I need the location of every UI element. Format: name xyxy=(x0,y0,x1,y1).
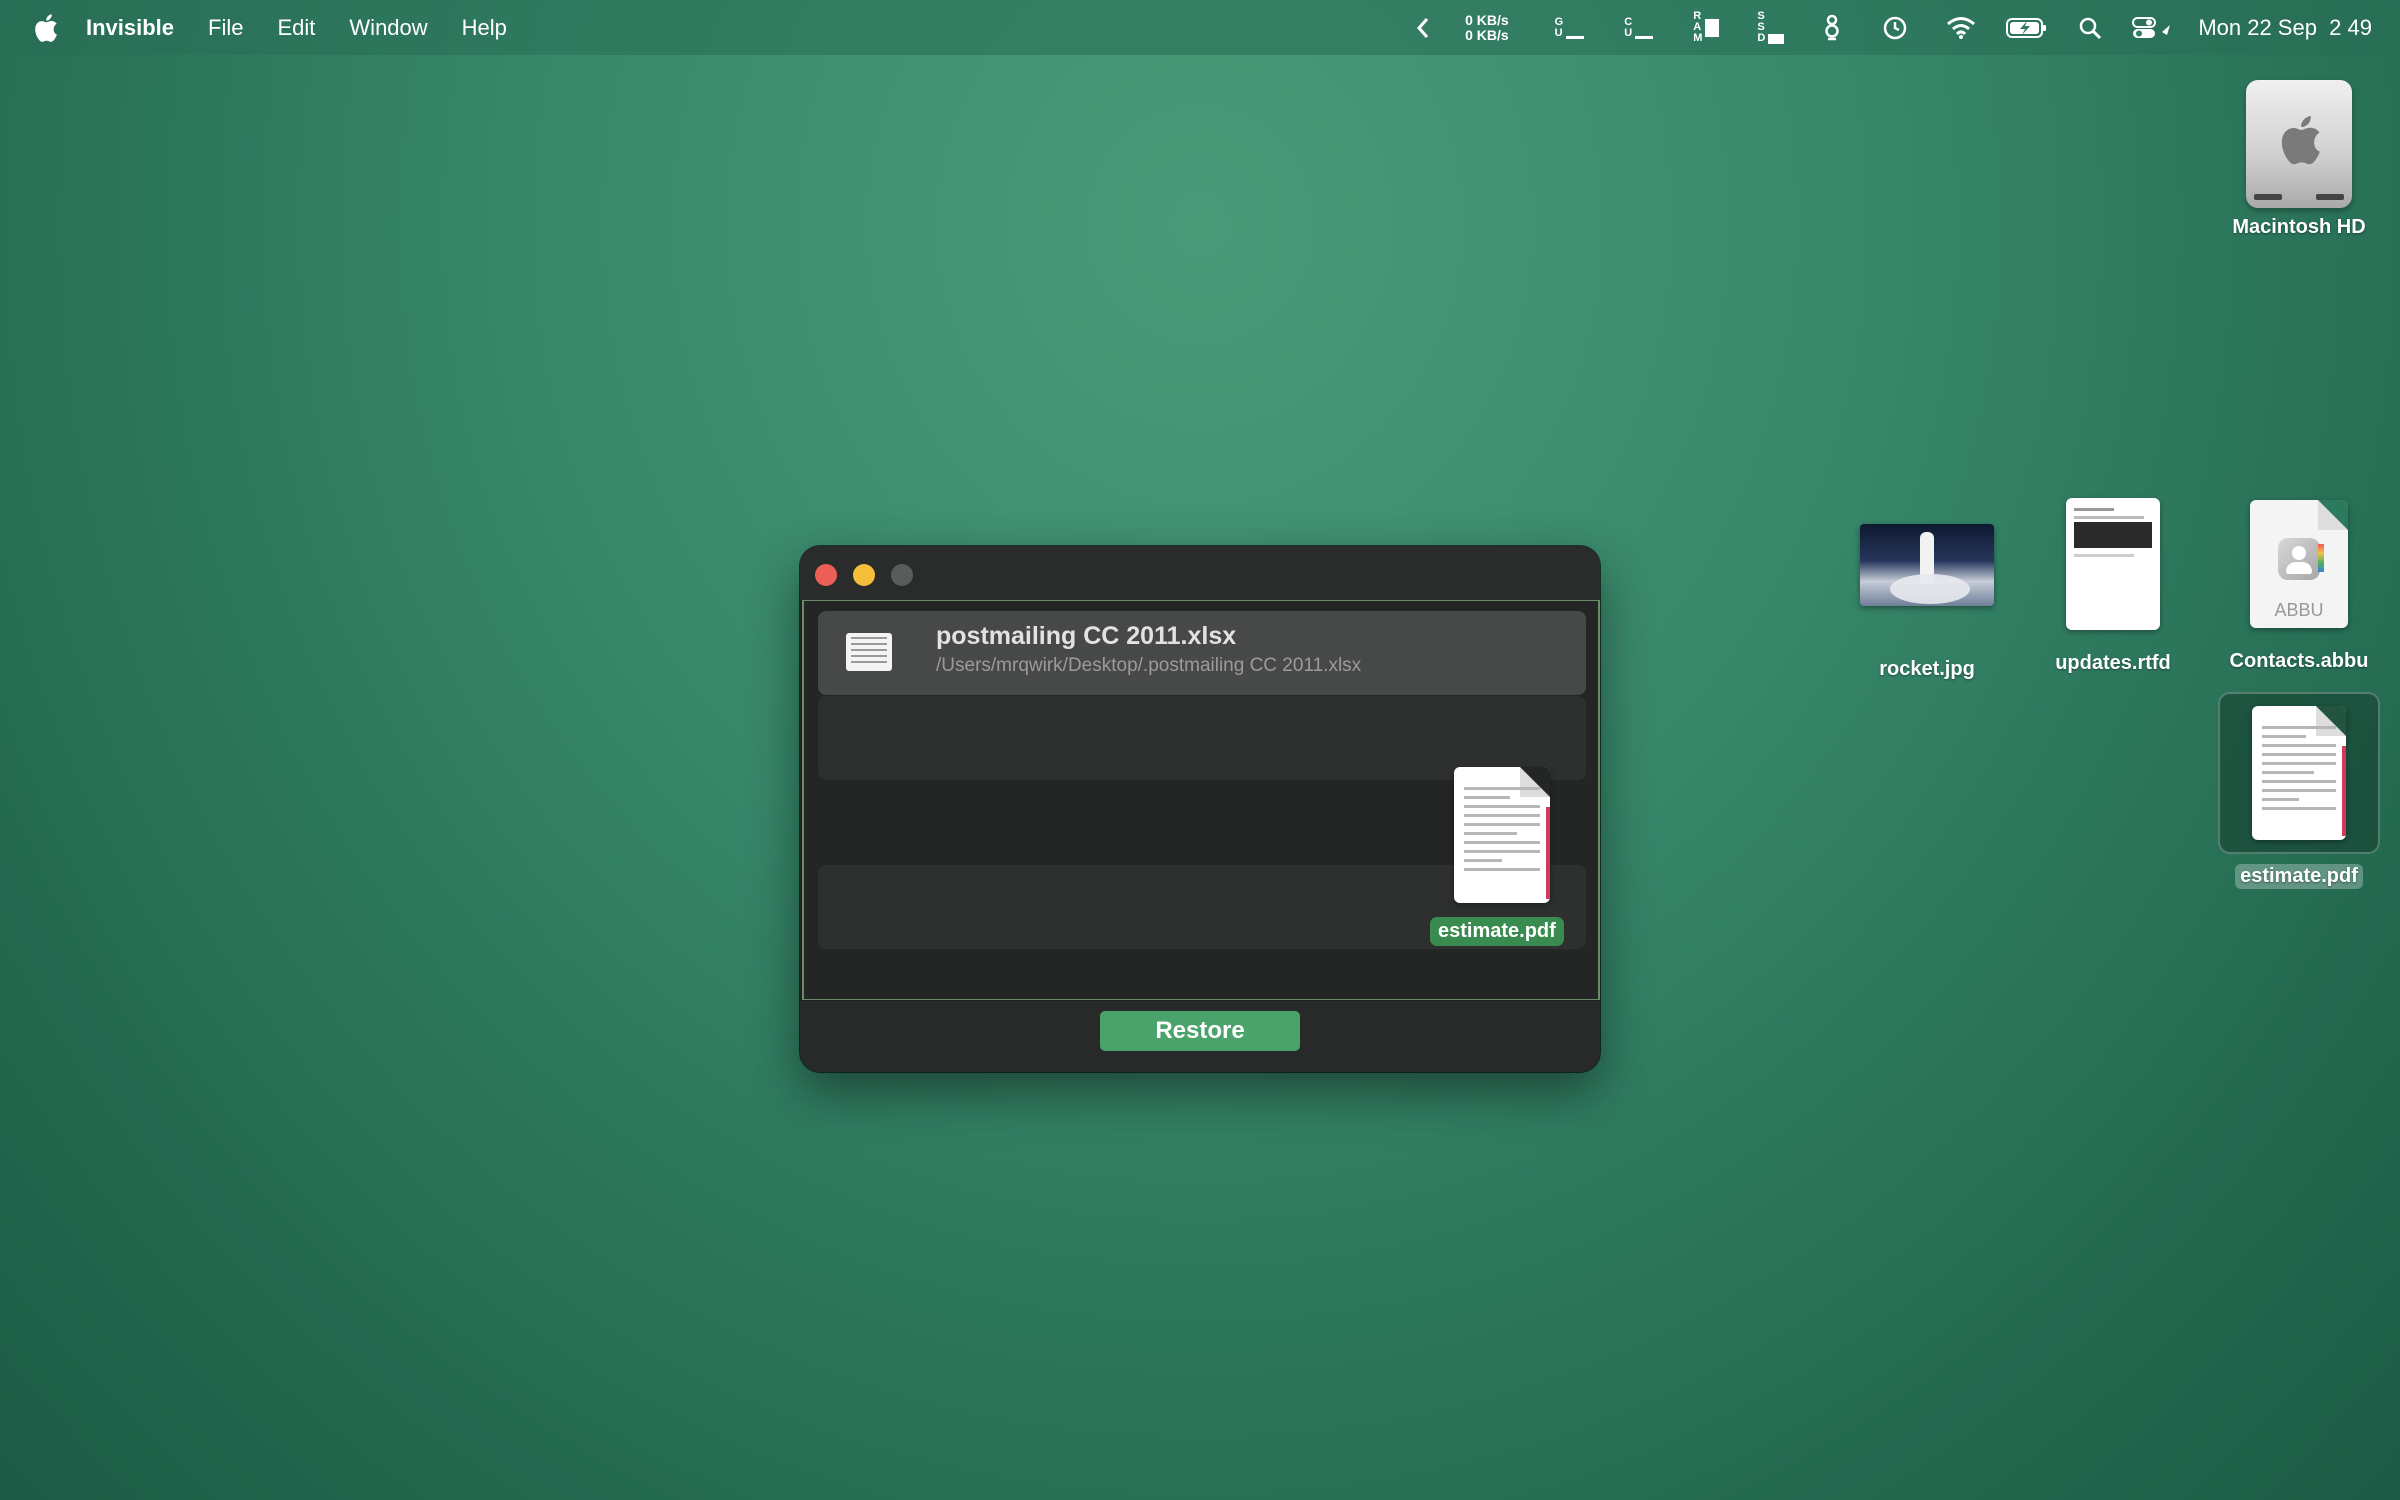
pdf-file-icon xyxy=(2252,706,2346,840)
wifi-icon[interactable] xyxy=(1946,16,1976,40)
file-badge: ABBU xyxy=(2274,600,2324,620)
menu-edit[interactable]: Edit xyxy=(278,15,316,41)
desktop-icon-macintosh-hd[interactable]: Macintosh HD xyxy=(2218,80,2380,239)
desktop-icon-contacts[interactable]: ABBU Contacts.abbu xyxy=(2218,500,2380,673)
desktop-icon-rocket[interactable]: rocket.jpg xyxy=(1846,522,2008,681)
invisible-window: postmailing CC 2011.xlsx /Users/mrqwirk/… xyxy=(800,546,1600,1072)
network-speed-stat[interactable]: 0 KB/s 0 KB/s xyxy=(1465,11,1509,43)
ram-stat[interactable]: RAM xyxy=(1693,11,1720,44)
gpu-stat[interactable]: GU xyxy=(1555,16,1585,39)
menu-clock[interactable]: Mon 22 Sep 2 49 xyxy=(2198,15,2372,41)
chevron-left-icon[interactable] xyxy=(1415,17,1431,39)
ram-meter xyxy=(1705,18,1720,37)
image-file-icon xyxy=(1860,524,1994,606)
cpu-stat[interactable]: CU xyxy=(1624,16,1654,39)
net-down: 0 KB/s xyxy=(1465,26,1509,43)
dragged-pdf-icon xyxy=(1454,767,1550,903)
search-icon[interactable] xyxy=(2078,16,2102,40)
ssd-stat[interactable]: SSD xyxy=(1757,11,1785,44)
app-menu-invisible[interactable]: Invisible xyxy=(86,15,174,41)
menu-file[interactable]: File xyxy=(208,15,243,41)
app-status-icon[interactable] xyxy=(1822,14,1842,42)
desktop-icon-label: rocket.jpg xyxy=(1879,658,1975,680)
menu-bar: Invisible File Edit Window Help 0 KB/s 0… xyxy=(0,0,2400,55)
cpu-meter xyxy=(1635,35,1654,39)
gpu-meter xyxy=(1566,35,1585,39)
restore-button[interactable]: Restore xyxy=(1100,1011,1300,1051)
spreadsheet-file-icon xyxy=(846,633,892,671)
file-path: /Users/mrqwirk/Desktop/.postmailing CC 2… xyxy=(936,655,1362,676)
window-footer: Restore xyxy=(800,1001,1600,1072)
time-machine-icon[interactable] xyxy=(1882,15,1908,41)
dragged-file-label: estimate.pdf xyxy=(1430,917,1564,946)
menu-window[interactable]: Window xyxy=(349,15,427,41)
selection-highlight xyxy=(2218,692,2380,854)
minimize-button[interactable] xyxy=(853,564,875,586)
control-center-icon[interactable] xyxy=(2132,16,2172,40)
zoom-button[interactable] xyxy=(891,564,913,586)
file-list: postmailing CC 2011.xlsx /Users/mrqwirk/… xyxy=(802,600,1600,1000)
ssd-meter xyxy=(1768,34,1785,44)
contacts-file-icon: ABBU xyxy=(2250,500,2348,628)
desktop-icon-label: estimate.pdf xyxy=(2235,864,2363,889)
close-button[interactable] xyxy=(815,564,837,586)
file-name: postmailing CC 2011.xlsx xyxy=(936,622,1237,650)
desktop-icon-label: Macintosh HD xyxy=(2232,216,2366,238)
window-titlebar[interactable] xyxy=(800,546,1600,600)
apple-logo-icon[interactable] xyxy=(30,12,60,44)
battery-charging-icon[interactable] xyxy=(2006,17,2048,39)
net-up: 0 KB/s xyxy=(1465,11,1509,28)
file-row-selected[interactable]: postmailing CC 2011.xlsx /Users/mrqwirk/… xyxy=(818,611,1586,695)
desktop-icon-label: updates.rtfd xyxy=(2055,652,2171,674)
document-icon xyxy=(2066,498,2160,630)
hard-drive-icon xyxy=(2246,80,2352,208)
menu-help[interactable]: Help xyxy=(462,15,507,41)
desktop-icon-updates[interactable]: updates.rtfd xyxy=(2032,498,2194,675)
desktop-icon-label: Contacts.abbu xyxy=(2229,650,2369,672)
desktop-icon-estimate-selected[interactable]: estimate.pdf xyxy=(2218,692,2380,889)
